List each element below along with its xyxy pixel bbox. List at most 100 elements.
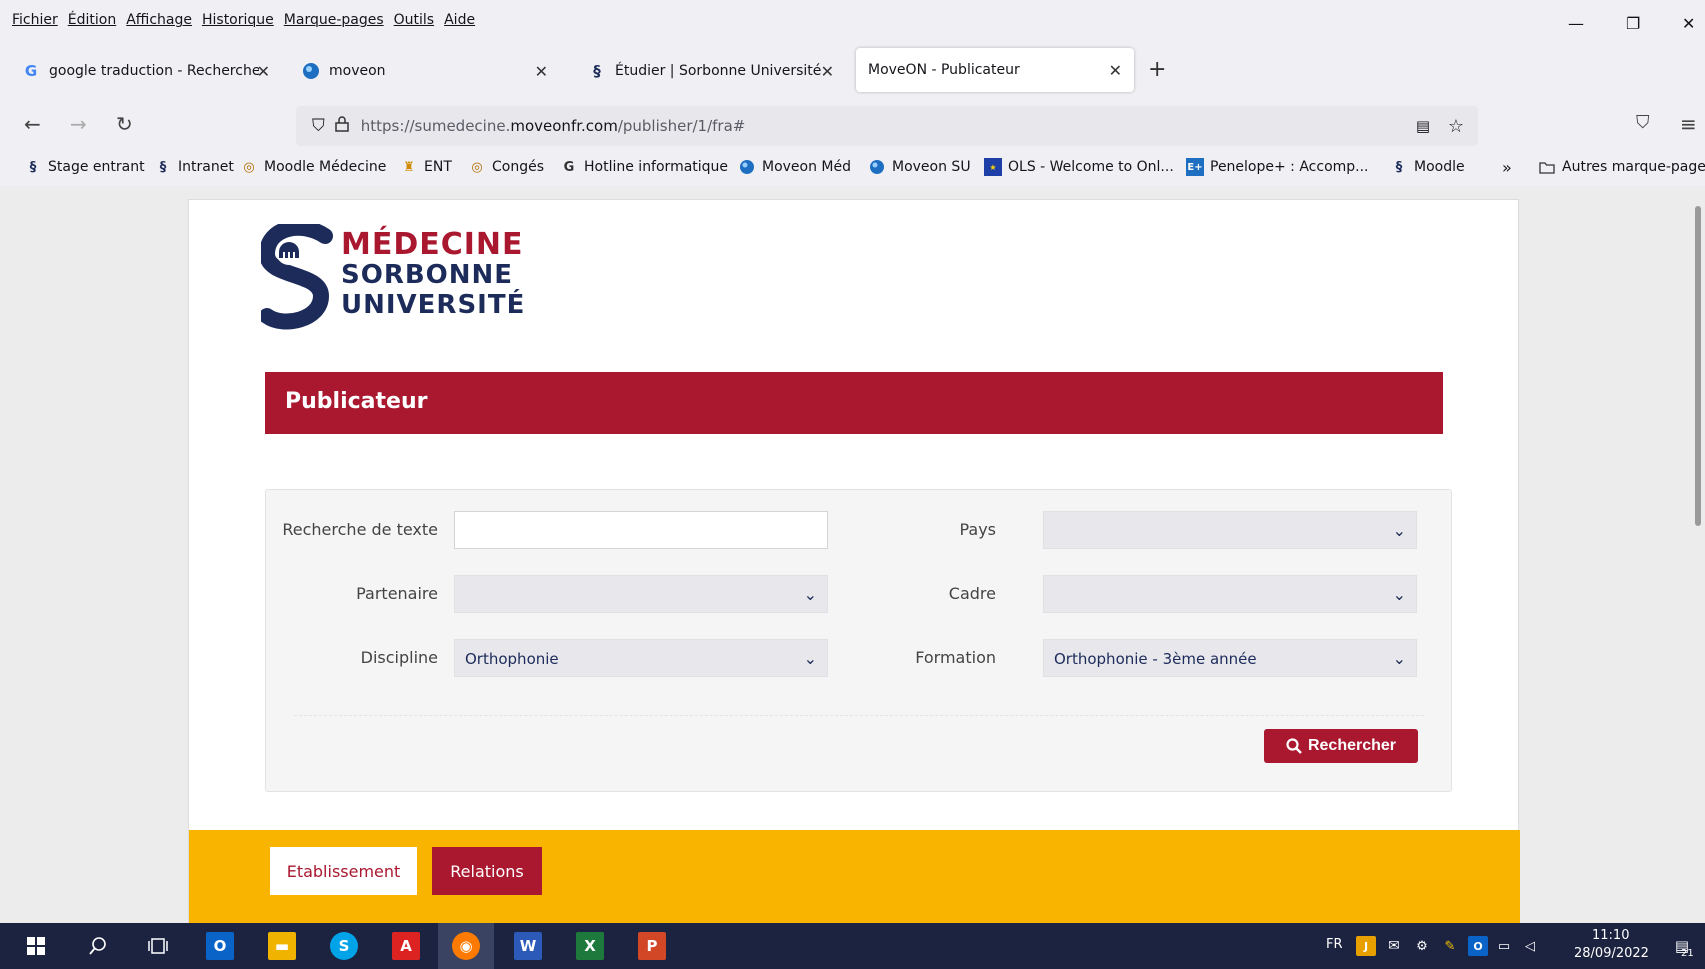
- bookmark-intranet[interactable]: § Intranet: [154, 158, 234, 176]
- bookmark-ent[interactable]: ♜ ENT: [400, 158, 452, 176]
- bookmark-stage-entrant[interactable]: § Stage entrant: [24, 158, 145, 176]
- close-window-button[interactable]: ✕: [1682, 14, 1695, 33]
- forward-arrow-icon[interactable]: →: [70, 112, 87, 136]
- results-section: Etablissement Relations: [189, 830, 1520, 923]
- hotline-icon: G: [563, 159, 575, 175]
- bookmark-label: Moodle Médecine: [264, 159, 387, 175]
- search-button[interactable]: Rechercher: [1264, 729, 1418, 763]
- framework-select[interactable]: ⌄: [1043, 575, 1417, 613]
- sorbonne-medecine-logo: MÉDECINE SORBONNE UNIVERSITÉ: [261, 224, 541, 334]
- chevron-down-icon: ⌄: [803, 649, 817, 668]
- tab-etablissement[interactable]: Etablissement: [270, 847, 417, 895]
- page-scrollbar[interactable]: [1691, 186, 1705, 923]
- outlook-icon[interactable]: O: [206, 932, 234, 960]
- reader-view-icon[interactable]: ▤: [1416, 117, 1430, 135]
- moveon-icon: [738, 158, 756, 176]
- eu-flag-icon: ★: [984, 158, 1002, 176]
- tab-moveon-publicateur[interactable]: MoveON - Publicateur ✕: [856, 48, 1134, 92]
- tab-label: Étudier | Sorbonne Université: [615, 63, 822, 79]
- close-tab-icon[interactable]: ✕: [821, 62, 834, 81]
- hamburger-menu-icon[interactable]: ≡: [1680, 112, 1697, 136]
- language-indicator[interactable]: FR: [1326, 937, 1343, 952]
- skype-icon[interactable]: S: [330, 932, 358, 960]
- other-bookmarks[interactable]: Autres marque-pages: [1538, 158, 1705, 176]
- bookmarks-overflow-icon[interactable]: »: [1502, 158, 1512, 177]
- bookmark-label: Stage entrant: [48, 159, 145, 175]
- menu-edition[interactable]: Édition: [68, 12, 116, 28]
- bookmark-penelope[interactable]: E+ Penelope+ : Accomp...: [1186, 158, 1369, 176]
- firefox-icon[interactable]: ◉: [452, 932, 480, 960]
- chevron-down-icon: ⌄: [803, 585, 817, 604]
- logo-medecine: MÉDECINE: [341, 227, 524, 262]
- bookmark-moodle[interactable]: § Moodle: [1390, 158, 1465, 176]
- java-tray-icon[interactable]: J: [1356, 936, 1376, 956]
- outlook-tray-icon[interactable]: O: [1468, 936, 1488, 956]
- country-label: Pays: [959, 520, 996, 539]
- bookmark-moveon-su[interactable]: Moveon SU: [868, 158, 971, 176]
- file-explorer-icon[interactable]: ▬: [268, 932, 296, 960]
- mail-tray-icon[interactable]: ✉: [1384, 936, 1404, 956]
- bookmark-moodle-medecine[interactable]: ◎ Moodle Médecine: [240, 158, 386, 176]
- bookmark-ols[interactable]: ★ OLS - Welcome to Onl...: [984, 158, 1174, 176]
- sorbonne-icon: §: [1395, 159, 1403, 175]
- search-filters: Recherche de texte Pays ⌄ Partenaire ⌄ C…: [265, 489, 1452, 792]
- bookmark-conges[interactable]: ◎ Congés: [468, 158, 544, 176]
- discipline-select[interactable]: Orthophonie ⌄: [454, 639, 828, 677]
- bookmarks-bar: § Stage entrant § Intranet ◎ Moodle Médecin…: [0, 154, 1705, 184]
- tab-etudier-sorbonne[interactable]: § Étudier | Sorbonne Université ✕: [576, 48, 846, 94]
- lock-icon[interactable]: [335, 116, 349, 136]
- tab-moveon[interactable]: moveon ✕: [290, 48, 560, 94]
- menu-marque-pages[interactable]: Marque-pages: [284, 12, 384, 28]
- notification-count: 21: [1681, 948, 1694, 959]
- page-content: MÉDECINE SORBONNE UNIVERSITÉ Publicateur…: [0, 186, 1705, 923]
- excel-icon[interactable]: X: [576, 932, 604, 960]
- folder-icon: [1538, 158, 1556, 176]
- tab-relations[interactable]: Relations: [432, 847, 542, 895]
- menu-historique[interactable]: Historique: [202, 12, 274, 28]
- network-tool-tray-icon[interactable]: ⚙: [1412, 936, 1432, 956]
- chevron-down-icon: ⌄: [1392, 521, 1406, 540]
- back-arrow-icon[interactable]: ←: [24, 112, 41, 136]
- partner-select[interactable]: ⌄: [454, 575, 828, 613]
- menu-outils[interactable]: Outils: [394, 12, 434, 28]
- scrollbar-thumb[interactable]: [1695, 206, 1701, 526]
- menu-fichier[interactable]: Fichier: [12, 12, 58, 28]
- close-tab-icon[interactable]: ✕: [1109, 61, 1122, 80]
- discipline-label: Discipline: [360, 648, 438, 667]
- acrobat-icon[interactable]: A: [392, 932, 420, 960]
- restore-button[interactable]: ❐: [1626, 14, 1640, 33]
- menu-aide[interactable]: Aide: [444, 12, 475, 28]
- text-search-input[interactable]: [454, 511, 828, 549]
- powerpoint-icon[interactable]: P: [638, 932, 666, 960]
- volume-icon[interactable]: ◁: [1520, 936, 1540, 956]
- new-tab-button[interactable]: +: [1148, 57, 1166, 82]
- search-icon[interactable]: [84, 932, 112, 960]
- pocket-icon[interactable]: ⛉: [1636, 112, 1650, 133]
- url-bar[interactable]: ⛉ https://sumedecine. moveonfr.com/publis…: [296, 106, 1478, 146]
- menu-affichage[interactable]: Affichage: [126, 12, 192, 28]
- framework-label: Cadre: [948, 584, 996, 603]
- pen-tray-icon[interactable]: ✎: [1440, 936, 1460, 956]
- bookmark-star-icon[interactable]: ☆: [1448, 116, 1464, 137]
- windows-start-icon[interactable]: [22, 932, 50, 960]
- reload-icon[interactable]: ↻: [116, 112, 133, 136]
- bookmark-label: Penelope+ : Accomp...: [1210, 159, 1369, 175]
- bookmark-hotline[interactable]: G Hotline informatique: [560, 158, 728, 176]
- training-select[interactable]: Orthophonie - 3ème année ⌄: [1043, 639, 1417, 677]
- clock-time[interactable]: 11:10: [1592, 928, 1629, 943]
- shield-icon[interactable]: ⛉: [312, 116, 325, 136]
- bookmark-moveon-med[interactable]: Moveon Méd: [738, 158, 851, 176]
- ent-icon: ♜: [403, 159, 415, 175]
- country-select[interactable]: ⌄: [1043, 511, 1417, 549]
- task-view-icon[interactable]: [144, 932, 172, 960]
- minimize-button[interactable]: —: [1568, 14, 1584, 33]
- bookmark-label: OLS - Welcome to Onl...: [1008, 159, 1174, 175]
- close-tab-icon[interactable]: ✕: [257, 62, 270, 81]
- word-icon[interactable]: W: [514, 932, 542, 960]
- clock-date[interactable]: 28/09/2022: [1574, 946, 1649, 961]
- bookmark-label: Intranet: [178, 159, 234, 175]
- close-tab-icon[interactable]: ✕: [535, 62, 548, 81]
- network-icon[interactable]: ▭: [1494, 936, 1514, 956]
- tab-google-traduction[interactable]: G google traduction - Recherche Goo ✕: [10, 48, 282, 94]
- url-path: /publisher/1/fra#: [617, 117, 746, 135]
